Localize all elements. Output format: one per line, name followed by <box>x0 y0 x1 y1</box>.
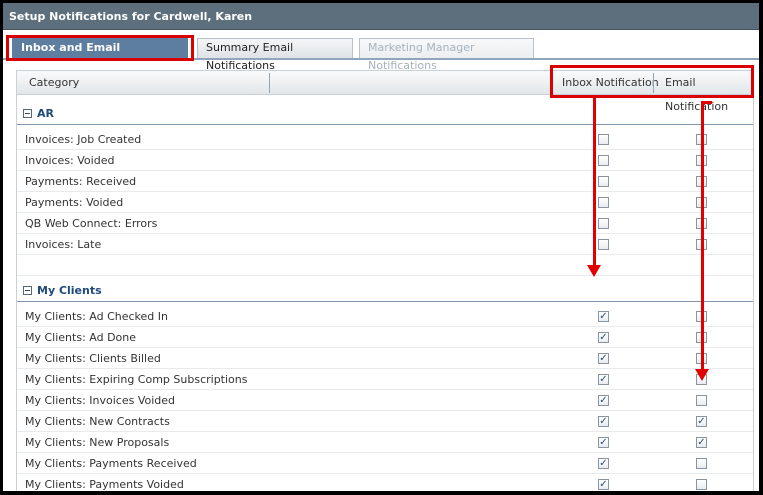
table-row: Payments: Received <box>17 171 753 192</box>
inbox-notification-checkbox[interactable] <box>598 218 609 229</box>
tab-bar: Inbox and Email Notifications Summary Em… <box>3 30 759 72</box>
inbox-notification-checkbox[interactable]: ✓ <box>598 311 609 322</box>
table-row: My Clients: Ad Done ✓ <box>17 327 753 348</box>
table-row: My Clients: New Contracts ✓ ✓ <box>17 411 753 432</box>
column-divider <box>653 73 654 93</box>
notifications-window: Setup Notifications for Cardwell, Karen … <box>0 0 763 495</box>
row-label: My Clients: Expiring Comp Subscriptions <box>25 373 248 386</box>
email-notification-checkbox[interactable]: ✓ <box>696 416 707 427</box>
annotation-arrowhead-email <box>695 369 709 381</box>
table-row: Invoices: Late <box>17 234 753 255</box>
inbox-notification-checkbox[interactable] <box>598 134 609 145</box>
group-header-my-clients[interactable]: My Clients <box>17 280 753 302</box>
row-label: Invoices: Job Created <box>25 133 142 146</box>
inbox-notification-checkbox[interactable]: ✓ <box>598 416 609 427</box>
inbox-notification-checkbox[interactable]: ✓ <box>598 437 609 448</box>
table-row-empty <box>17 255 753 276</box>
row-label: QB Web Connect: Errors <box>25 217 158 230</box>
group-label: My Clients <box>37 284 102 297</box>
table-row: My Clients: New Proposals ✓ ✓ <box>17 432 753 453</box>
column-header-inbox[interactable]: Inbox Notification <box>562 71 659 95</box>
table-row: My Clients: Invoices Voided ✓ <box>17 390 753 411</box>
annotation-arrow-inbox <box>593 98 596 266</box>
inbox-notification-checkbox[interactable]: ✓ <box>598 353 609 364</box>
row-label: Invoices: Voided <box>25 154 115 167</box>
collapse-toggle-icon[interactable] <box>23 286 32 295</box>
tab-marketing-manager[interactable]: Marketing Manager Notifications <box>359 38 534 72</box>
email-notification-checkbox[interactable] <box>696 458 707 469</box>
inbox-notification-checkbox[interactable] <box>598 176 609 187</box>
tab-summary-email[interactable]: Summary Email Notifications <box>197 38 353 72</box>
inbox-notification-checkbox[interactable]: ✓ <box>598 458 609 469</box>
group-label: AR <box>37 107 54 120</box>
collapse-toggle-icon[interactable] <box>23 109 32 118</box>
email-notification-checkbox[interactable] <box>696 479 707 490</box>
vertical-scrollbar[interactable] <box>753 95 754 495</box>
column-header-email[interactable]: Email Notification <box>665 71 753 113</box>
row-label: My Clients: Clients Billed <box>25 352 161 365</box>
inbox-notification-checkbox[interactable] <box>598 239 609 250</box>
table-row: Invoices: Job Created <box>17 129 753 150</box>
table-row: My Clients: Ad Checked In ✓ <box>17 306 753 327</box>
row-label: My Clients: New Proposals <box>25 436 170 449</box>
inbox-notification-checkbox[interactable]: ✓ <box>598 395 609 406</box>
column-divider <box>269 73 270 93</box>
row-label: My Clients: Ad Checked In <box>25 310 168 323</box>
inbox-notification-checkbox[interactable]: ✓ <box>598 374 609 385</box>
row-label: My Clients: Payments Received <box>25 457 197 470</box>
table-row: Payments: Voided <box>17 192 753 213</box>
table-row: My Clients: Clients Billed ✓ <box>17 348 753 369</box>
annotation-arrowhead-inbox <box>587 265 601 277</box>
grid-body: AR Invoices: Job Created Invoices: Voided P… <box>17 95 753 491</box>
inbox-notification-checkbox[interactable] <box>598 155 609 166</box>
table-row: Invoices: Voided <box>17 150 753 171</box>
table-row: My Clients: Payments Received ✓ <box>17 453 753 474</box>
tab-inbox-email[interactable]: Inbox and Email Notifications <box>12 38 188 72</box>
column-header-category[interactable]: Category <box>29 71 79 95</box>
table-row: QB Web Connect: Errors <box>17 213 753 234</box>
table-row: My Clients: Payments Voided ✓ <box>17 474 753 491</box>
annotation-arrow-email <box>701 101 704 369</box>
table-row: My Clients: Expiring Comp Subscriptions ✓ <box>17 369 753 390</box>
row-label: My Clients: Invoices Voided <box>25 394 176 407</box>
group-header-ar[interactable]: AR <box>17 103 753 125</box>
inbox-notification-checkbox[interactable]: ✓ <box>598 479 609 490</box>
row-label: Invoices: Late <box>25 238 102 251</box>
row-label: My Clients: Ad Done <box>25 331 137 344</box>
window-title: Setup Notifications for Cardwell, Karen <box>3 3 759 30</box>
inbox-notification-checkbox[interactable]: ✓ <box>598 332 609 343</box>
row-label: My Clients: New Contracts <box>25 415 170 428</box>
row-label: Payments: Voided <box>25 196 124 209</box>
notifications-grid: Category Inbox Notification Email Notifi… <box>16 70 754 495</box>
email-notification-checkbox[interactable]: ✓ <box>696 437 707 448</box>
email-notification-checkbox[interactable] <box>696 395 707 406</box>
row-label: My Clients: Payments Voided <box>25 478 184 491</box>
inbox-notification-checkbox[interactable] <box>598 197 609 208</box>
grid-header: Category Inbox Notification Email Notifi… <box>17 71 753 113</box>
row-label: Payments: Received <box>25 175 137 188</box>
